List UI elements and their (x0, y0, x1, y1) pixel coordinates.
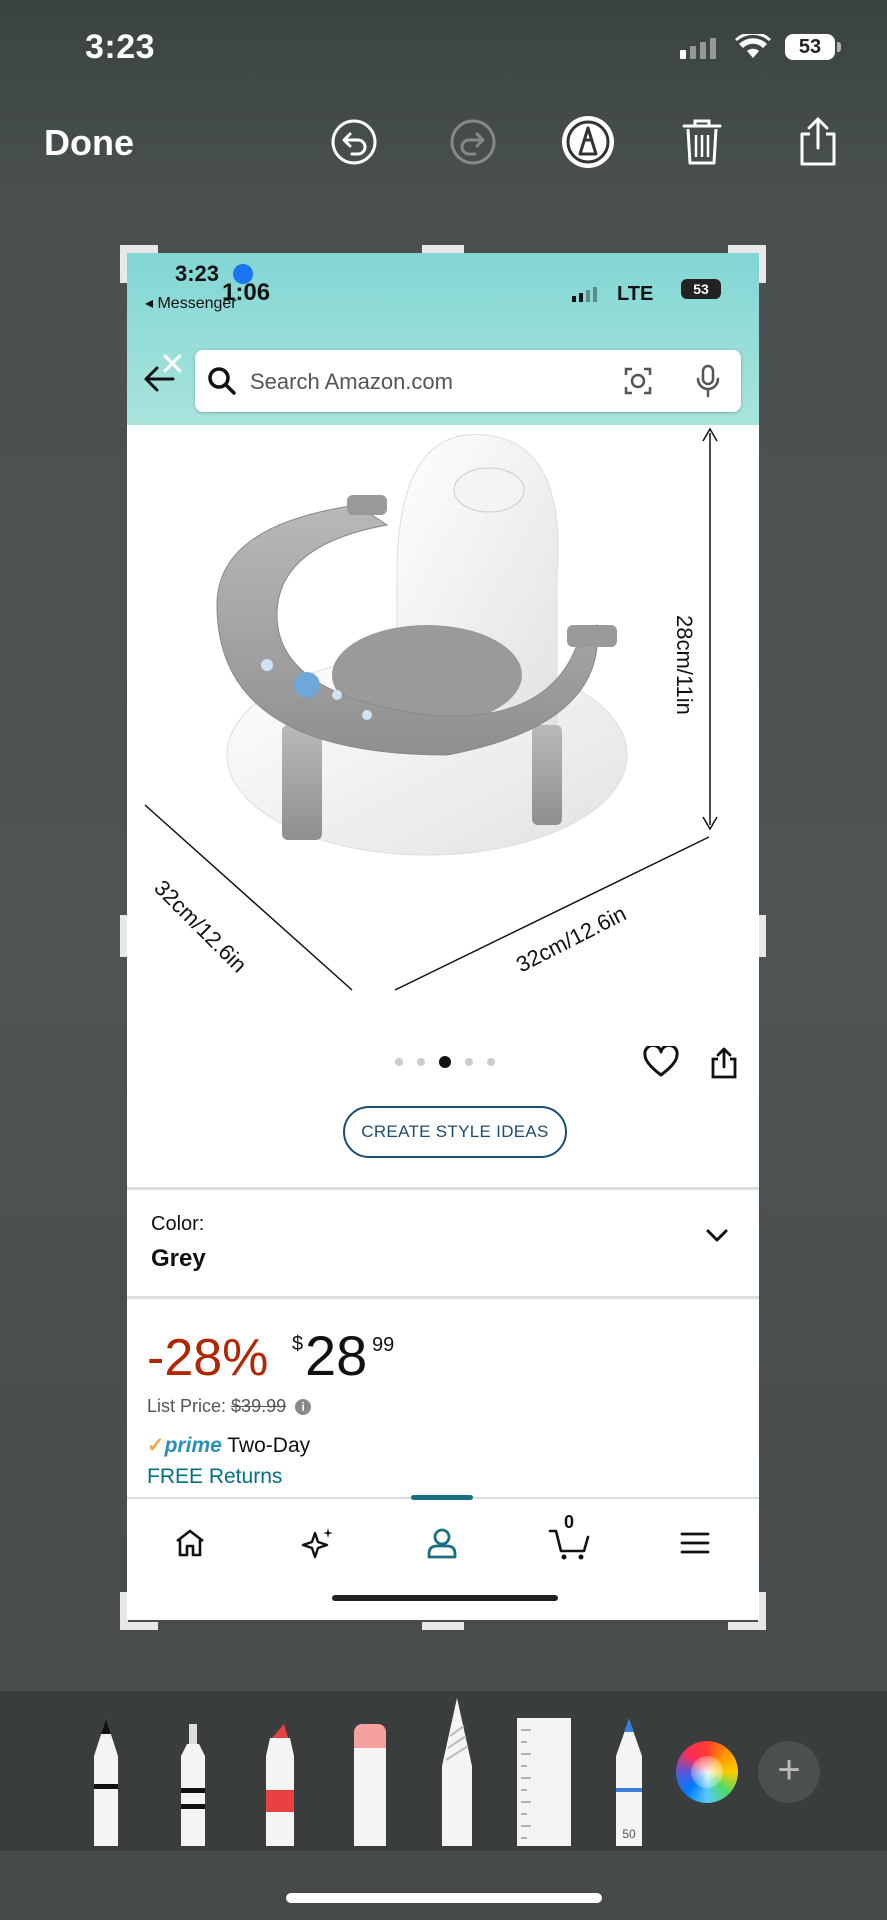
crop-handle-top[interactable] (422, 245, 464, 253)
prime-logo: prime (164, 1434, 222, 1457)
status-time: 3:23 (85, 28, 156, 66)
color-picker-icon[interactable] (676, 1741, 738, 1803)
markup-toolbar: Done (0, 100, 887, 188)
home-indicator (286, 1893, 602, 1903)
search-placeholder: Search Amazon.com (250, 369, 453, 394)
create-style-ideas-button[interactable]: CREATE STYLE IDEAS (343, 1106, 567, 1158)
prime-check-icon: ✓ (147, 1434, 165, 1457)
carousel-dot[interactable] (465, 1058, 473, 1066)
heart-icon[interactable] (643, 1043, 679, 1083)
discount-percent: -28% (147, 1329, 269, 1387)
inner-status-time: 3:23 (175, 261, 220, 286)
inner-signal-icon (572, 287, 597, 302)
crop-handle-bottom-right-v[interactable] (758, 1592, 766, 1630)
tool-palette: 50 + (0, 1690, 887, 1851)
menu-icon[interactable] (667, 1515, 723, 1571)
list-price-label: List Price: (147, 1396, 227, 1416)
color-label: Color: (151, 1213, 205, 1235)
bottom-nav: 0 (127, 1495, 759, 1620)
microphone-icon[interactable] (695, 364, 721, 403)
marker-tool-icon[interactable] (175, 1716, 211, 1851)
inner-battery-icon: 53 (681, 279, 721, 299)
cart-count: 0 (564, 1512, 575, 1532)
pen-tool-icon[interactable] (88, 1716, 124, 1851)
markup-pen-icon[interactable] (558, 112, 618, 172)
carousel-dot[interactable] (417, 1058, 425, 1066)
nav-active-indicator (411, 1495, 473, 1500)
inner-home-indicator (332, 1595, 558, 1601)
chevron-down-icon[interactable] (705, 1228, 729, 1249)
price-whole: 28 (305, 1324, 368, 1387)
list-price-value: $39.99 (231, 1396, 287, 1416)
search-icon (207, 366, 237, 401)
crop-handle-top-right-v[interactable] (758, 245, 766, 283)
add-tool-button[interactable]: + (758, 1741, 820, 1803)
undo-icon[interactable] (324, 112, 384, 172)
screenshot-canvas[interactable]: 3:23 1:06 ◂ Messenger LTE 53 ✕ Search Am… (127, 253, 759, 1620)
cellular-signal-icon (680, 38, 716, 59)
status-bar: 3:23 53 (0, 0, 887, 100)
redo-icon[interactable] (443, 112, 503, 172)
divider (127, 1296, 759, 1299)
sparkle-icon[interactable] (290, 1515, 346, 1571)
crop-handle-right[interactable] (758, 915, 766, 957)
battery-cap (837, 42, 841, 52)
free-returns-link[interactable]: FREE Returns (147, 1465, 282, 1489)
list-price: List Price: $39.99 i (147, 1396, 312, 1417)
price-currency: $ (292, 1333, 304, 1355)
ruler-tool-icon[interactable] (515, 1716, 573, 1851)
price-fraction: 99 (372, 1334, 395, 1356)
home-icon[interactable] (162, 1515, 218, 1571)
pencil-width-label: 50 (622, 1827, 636, 1841)
lasso-tool-icon[interactable] (438, 1696, 476, 1851)
share-icon[interactable] (788, 112, 848, 172)
carousel-dot-active[interactable] (439, 1056, 451, 1068)
carousel-dot[interactable] (395, 1058, 403, 1066)
camera-lens-icon[interactable] (623, 366, 653, 401)
highlighter-tool-icon[interactable] (262, 1716, 298, 1851)
back-to-app-link[interactable]: ◂ Messenger (145, 293, 237, 313)
amazon-header: 3:23 1:06 ◂ Messenger LTE 53 ✕ Search Am… (127, 253, 759, 425)
share-product-icon[interactable] (709, 1046, 739, 1085)
eraser-tool-icon[interactable] (350, 1716, 390, 1851)
account-icon[interactable] (414, 1515, 470, 1571)
height-dimension-label: 28cm/11in (672, 615, 697, 715)
battery-icon: 53 (785, 34, 835, 60)
cart-icon[interactable]: 0 (542, 1512, 598, 1571)
crop-handle-bottom[interactable] (422, 1622, 464, 1630)
shipping-speed: Two-Day (227, 1434, 311, 1457)
carousel-dots[interactable] (395, 1056, 495, 1068)
carousel-dot[interactable] (487, 1058, 495, 1066)
search-input[interactable]: Search Amazon.com (195, 350, 741, 412)
wifi-icon (735, 31, 771, 65)
fine-pen-tool-icon[interactable]: 50 (612, 1716, 646, 1851)
divider (127, 1187, 759, 1190)
inner-network-label: LTE (617, 283, 654, 305)
product-image[interactable]: 28cm/11in 32cm/12.6in 32cm/12.6in (127, 425, 759, 1045)
back-arrow-icon[interactable] (143, 365, 175, 398)
prime-shipping: ✓prime Two-Day (147, 1433, 310, 1458)
done-button[interactable]: Done (44, 122, 134, 164)
color-value[interactable]: Grey (151, 1245, 206, 1273)
trash-icon[interactable] (672, 112, 732, 172)
info-icon[interactable]: i (295, 1399, 312, 1416)
